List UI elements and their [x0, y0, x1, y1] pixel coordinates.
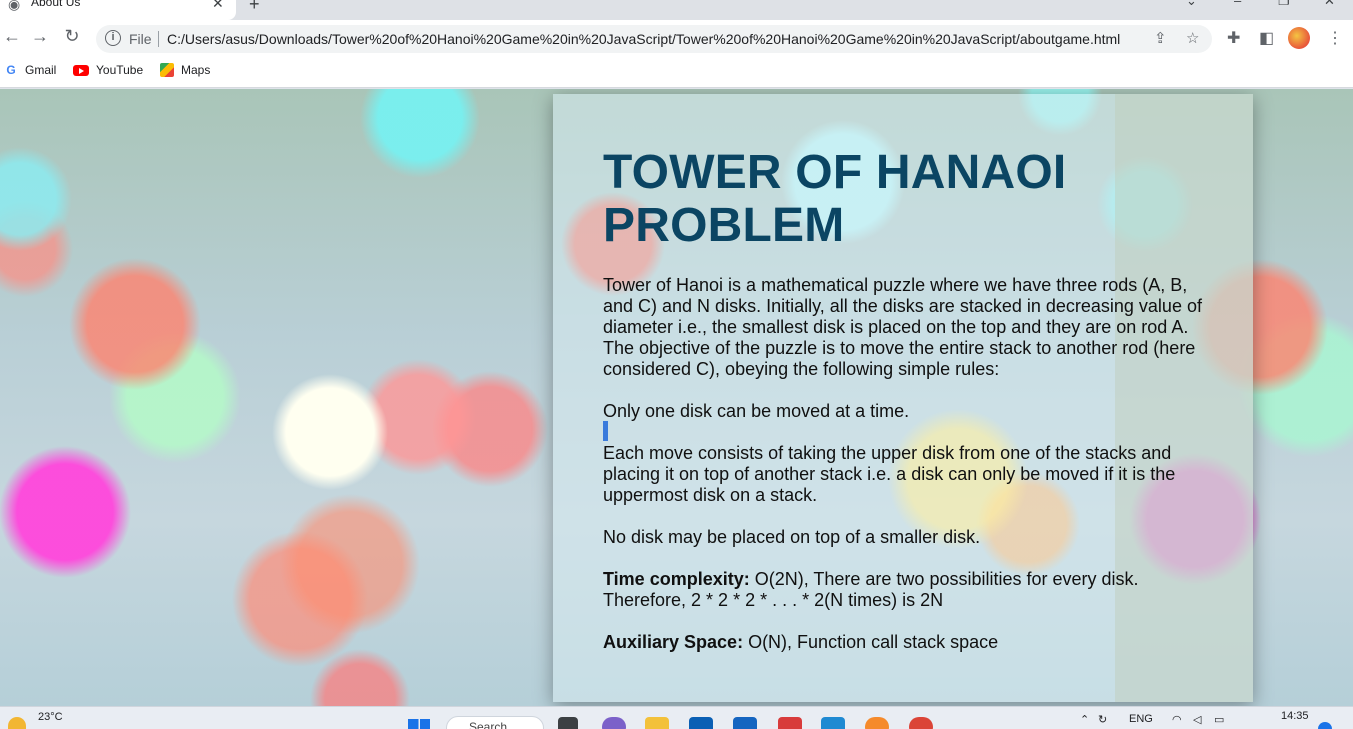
about-content: TOWER OF HANAOI PROBLEM Tower of Hanoi i…: [603, 146, 1213, 653]
rule-one: Only one disk can be moved at a time.: [603, 401, 910, 421]
page-title: TOWER OF HANAOI PROBLEM: [603, 146, 1067, 252]
info-icon[interactable]: i: [105, 30, 121, 46]
browser-toolbar: ← → ↻ i File C:/Users/asus/Downloads/Tow…: [0, 20, 1353, 58]
rule-two: Each move consists of taking the upper d…: [603, 443, 1176, 505]
time-complexity: Time complexity: O(2N), There are two po…: [603, 569, 1213, 611]
globe-icon: ◉: [8, 0, 21, 12]
bookmark-youtube[interactable]: YouTube: [73, 63, 143, 77]
address-bar[interactable]: i File C:/Users/asus/Downloads/Tower%20o…: [96, 25, 1212, 53]
tray-sync-icon[interactable]: ↻: [1098, 713, 1107, 726]
taskbar-search[interactable]: Search: [446, 716, 544, 729]
url-text[interactable]: C:/Users/asus/Downloads/Tower%20of%20Han…: [167, 31, 1120, 47]
chat-app-icon[interactable]: [602, 717, 626, 729]
new-tab-icon[interactable]: +: [249, 0, 260, 15]
close-window-icon[interactable]: ✕: [1324, 0, 1335, 9]
tab-close-icon[interactable]: ✕: [212, 0, 224, 12]
bookmarks-bar: G Gmail YouTube Maps: [0, 58, 1353, 88]
extensions-icon[interactable]: ✚: [1227, 28, 1240, 48]
back-icon[interactable]: ←: [0, 26, 24, 47]
bookmark-maps[interactable]: Maps: [160, 63, 210, 77]
about-card: TOWER OF HANAOI PROBLEM Tower of Hanoi i…: [553, 94, 1253, 702]
youtube-icon: [73, 64, 89, 76]
restore-icon[interactable]: ❐: [1278, 0, 1290, 9]
firefox-icon[interactable]: [865, 717, 889, 729]
battery-icon[interactable]: ▭: [1214, 713, 1224, 726]
tray-chevron-icon[interactable]: ⌃: [1080, 713, 1089, 726]
bookmark-label: Maps: [181, 63, 211, 77]
url-scheme: File: [129, 31, 152, 47]
profile-avatar[interactable]: [1288, 27, 1310, 49]
vscode-icon[interactable]: [821, 717, 845, 729]
auxiliary-space-text: O(N), Function call stack space: [743, 632, 999, 652]
search-placeholder: Search: [469, 720, 508, 729]
taskbar: 23°C Search ⌃ ↻ ENG ◠ ◁ ▭ 14:35: [0, 706, 1353, 729]
minimize-icon[interactable]: –: [1234, 0, 1241, 8]
tab-strip: ◉ About Us ✕ + ⌄ – ❐ ✕: [0, 0, 1353, 20]
divider: [158, 31, 159, 47]
menu-icon[interactable]: ⋮: [1327, 28, 1343, 48]
wifi-icon[interactable]: ◠: [1172, 713, 1182, 726]
share-icon[interactable]: ⇪: [1154, 29, 1167, 47]
file-explorer-icon[interactable]: [645, 717, 669, 729]
office-app-icon[interactable]: [778, 717, 802, 729]
reload-icon[interactable]: ↻: [60, 26, 84, 47]
text-caret: [603, 421, 608, 441]
chrome-icon[interactable]: [909, 717, 933, 729]
bookmark-star-icon[interactable]: ☆: [1186, 29, 1199, 47]
weather-temperature[interactable]: 23°C: [38, 711, 63, 723]
forward-icon[interactable]: →: [28, 26, 52, 47]
time-complexity-label: Time complexity:: [603, 569, 750, 589]
store-app-icon[interactable]: [733, 717, 757, 729]
page-viewport: TOWER OF HANAOI PROBLEM Tower of Hanoi i…: [0, 89, 1353, 706]
notification-icon[interactable]: [1318, 722, 1332, 729]
rule-three: No disk may be placed on top of a smalle…: [603, 527, 981, 547]
bookmark-label: YouTube: [96, 63, 144, 77]
clock-time[interactable]: 14:35: [1281, 710, 1309, 722]
bookmark-label: Gmail: [25, 63, 57, 77]
maps-icon: [160, 63, 174, 77]
auxiliary-space-label: Auxiliary Space:: [603, 632, 744, 652]
language-indicator[interactable]: ENG: [1129, 713, 1153, 725]
mail-app-icon[interactable]: [689, 717, 713, 729]
tab-title: About Us: [31, 0, 81, 9]
chevron-down-icon[interactable]: ⌄: [1186, 0, 1197, 9]
tab-about-us[interactable]: ◉ About Us ✕: [0, 0, 236, 20]
volume-icon[interactable]: ◁: [1193, 713, 1201, 726]
auxiliary-space: Auxiliary Space: O(N), Function call sta…: [603, 632, 1213, 653]
bookmark-gmail[interactable]: G Gmail: [4, 63, 56, 77]
google-icon: G: [6, 63, 16, 77]
windows-start-icon[interactable]: [408, 719, 430, 729]
side-panel-icon[interactable]: ◧: [1259, 28, 1274, 48]
task-view-icon[interactable]: [558, 717, 578, 729]
weather-icon[interactable]: [8, 717, 26, 729]
intro-paragraph: Tower of Hanoi is a mathematical puzzle …: [603, 275, 1202, 379]
